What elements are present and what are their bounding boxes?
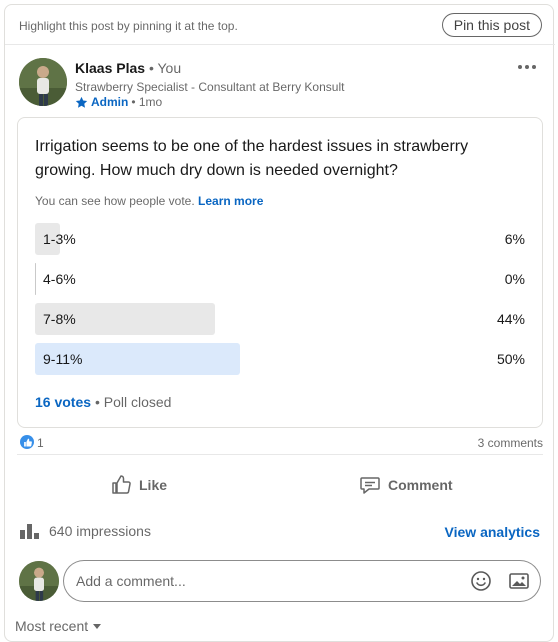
like-button[interactable]: Like	[109, 465, 167, 505]
star-icon	[75, 96, 88, 108]
poll-option-label: 4-6%	[43, 271, 76, 287]
poll-question: Irrigation seems to be one of the hardes…	[35, 138, 469, 179]
author-avatar[interactable]	[19, 58, 67, 106]
impressions[interactable]: 640 impressions	[19, 522, 151, 540]
poll-option-percent: 6%	[504, 231, 525, 247]
comment-icon	[360, 477, 380, 494]
like-label: Like	[139, 477, 168, 493]
poll-option: 9-11% 50%	[35, 343, 525, 375]
caret-down-icon	[93, 624, 102, 629]
author-name[interactable]: Klaas Plas • You	[75, 60, 181, 76]
poll-note: You can see how people vote. Learn more	[35, 194, 263, 208]
post-card: Highlight this post by pinning it at the…	[4, 4, 555, 642]
author-headline: Strawberry Specialist - Consultant at Be…	[75, 80, 345, 94]
poll: Irrigation seems to be one of the hardes…	[17, 117, 543, 428]
poll-option-percent: 44%	[496, 311, 525, 327]
post-time: • 1mo	[131, 95, 163, 109]
image-icon[interactable]	[508, 570, 530, 592]
poll-option: 7-8% 44%	[35, 303, 525, 335]
more-options-icon[interactable]	[515, 57, 539, 77]
poll-option-label: 1-3%	[43, 231, 76, 247]
poll-option-percent: 50%	[496, 351, 525, 367]
poll-option-bar	[35, 263, 36, 295]
poll-option-label: 9-11%	[43, 351, 83, 367]
pin-hint: Highlight this post by pinning it at the…	[19, 19, 238, 33]
profile-photo-icon	[19, 58, 67, 106]
view-analytics-link[interactable]: View analytics	[445, 524, 540, 540]
comment-label: Comment	[388, 477, 453, 493]
bar-chart-icon	[20, 524, 39, 539]
reaction-count[interactable]: 1	[37, 436, 44, 450]
pin-bar: Highlight this post by pinning it at the…	[5, 5, 555, 45]
pin-post-button[interactable]: Pin this post	[441, 13, 542, 37]
admin-label: Admin	[91, 95, 129, 109]
post-actions: Like Comment	[17, 465, 543, 505]
poll-footer: 16 votes • Poll closed	[35, 394, 171, 410]
profile-photo-icon	[19, 561, 59, 601]
emoji-icon[interactable]	[470, 570, 492, 592]
poll-option: 4-6% 0%	[35, 263, 525, 295]
poll-status: • Poll closed	[94, 394, 172, 410]
sort-label: Most recent	[15, 618, 89, 634]
social-counts: 1 3 comments	[17, 429, 543, 455]
thumbs-up-icon	[112, 475, 131, 494]
author-name-text: Klaas Plas	[75, 60, 146, 76]
comment-box	[63, 560, 541, 602]
votes-link[interactable]: 16 votes	[35, 394, 91, 410]
comments-count[interactable]: 3 comments	[478, 436, 543, 450]
poll-option-label: 7-8%	[43, 311, 76, 327]
learn-more-link[interactable]: Learn more	[198, 194, 263, 208]
poll-option-percent: 0%	[504, 271, 525, 287]
author-relation: • You	[148, 60, 182, 76]
impressions-count: 640 impressions	[49, 523, 151, 539]
poll-note-text: You can see how people vote.	[35, 194, 195, 208]
comment-button[interactable]: Comment	[358, 465, 453, 505]
comment-input[interactable]	[76, 561, 456, 601]
sort-dropdown[interactable]: Most recent	[15, 618, 103, 634]
author-meta: Admin • 1mo	[75, 95, 162, 109]
thumbs-up-icon	[23, 438, 32, 446]
like-reaction-icon[interactable]	[20, 435, 34, 449]
poll-option: 1-3% 6%	[35, 223, 525, 255]
commenter-avatar[interactable]	[19, 561, 59, 601]
